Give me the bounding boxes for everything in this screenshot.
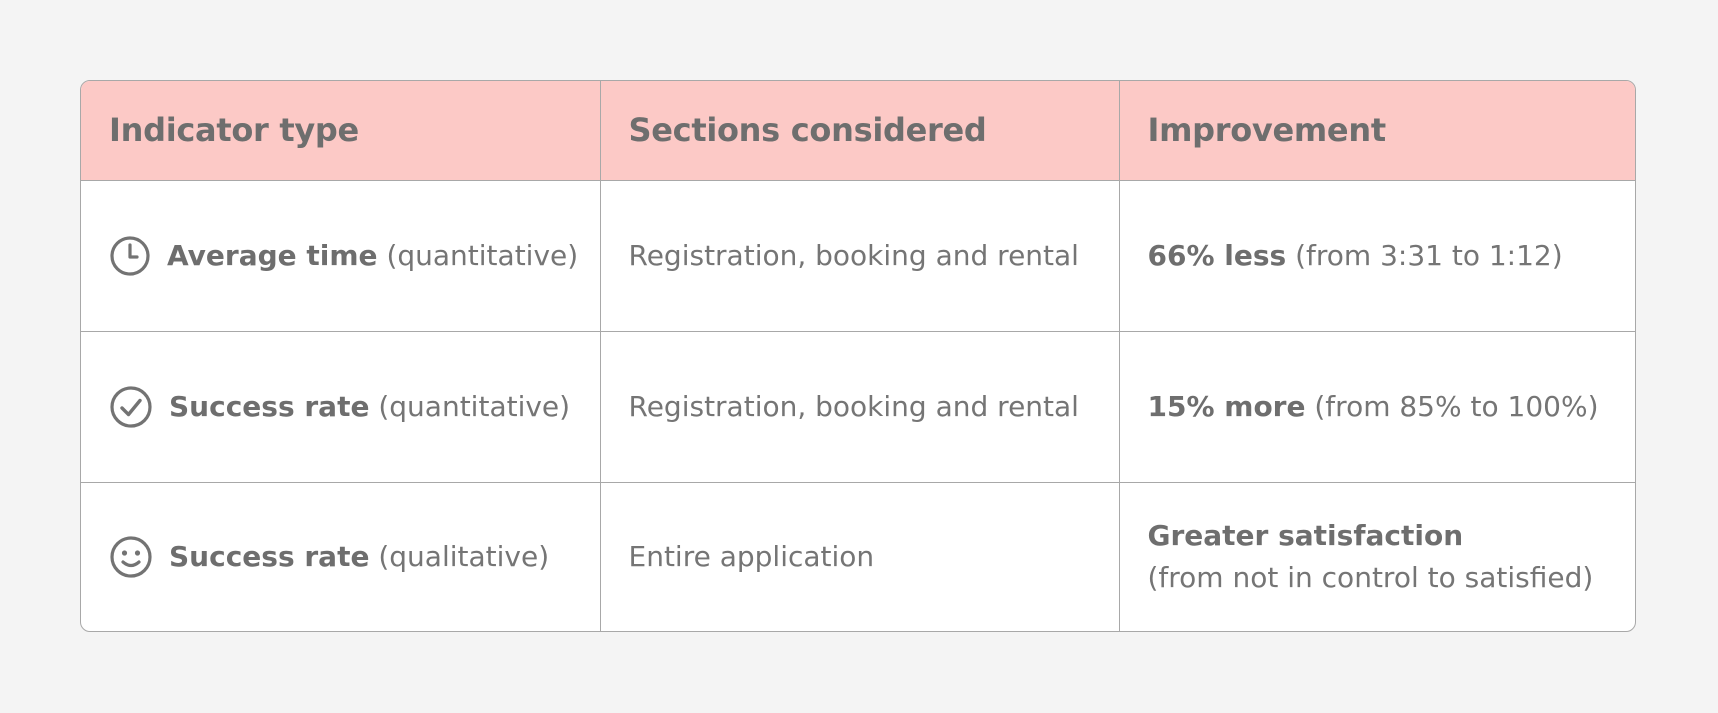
indicator-type: (quantitative) <box>377 238 579 272</box>
improvement-detail: (from 85% to 100%) <box>1305 389 1599 423</box>
improvement-cell: 66% less (from 3:31 to 1:12) <box>1119 180 1635 332</box>
indicator-name: Success rate <box>169 389 370 423</box>
header-indicator-type: Indicator type <box>81 81 601 181</box>
header-improvement: Improvement <box>1119 81 1635 181</box>
improvement-cell: Greater satisfaction (from not in contro… <box>1119 482 1635 631</box>
indicators-table-container: Indicator type Sections considered Impro… <box>80 80 1636 632</box>
indicator-name: Success rate <box>169 540 370 574</box>
table-row: Average time (quantitative) Registration… <box>81 180 1635 332</box>
sections-cell: Entire application <box>600 482 1120 631</box>
header-sections-considered: Sections considered <box>600 81 1120 181</box>
indicator-cell: Average time (quantitative) <box>81 180 601 332</box>
improvement-value: Greater satisfaction <box>1147 519 1464 553</box>
clock-icon <box>110 235 150 276</box>
improvement-value: 15% more <box>1147 389 1306 423</box>
indicator-type: (quantitative) <box>369 389 571 423</box>
indicator-cell: Success rate (qualitative) <box>81 482 601 631</box>
improvement-value: 66% less <box>1147 238 1287 272</box>
sections-cell: Registration, booking and rental <box>600 331 1120 483</box>
improvement-cell: 15% more (from 85% to 100%) <box>1119 331 1635 483</box>
improvement-detail: (from not in control to satisfied) <box>1147 561 1594 595</box>
improvement-detail: (from 3:31 to 1:12) <box>1286 238 1563 272</box>
sections-cell: Registration, booking and rental <box>600 180 1120 332</box>
table-header-row: Indicator type Sections considered Impro… <box>81 81 1635 181</box>
smiley-icon <box>110 536 152 578</box>
indicators-table: Indicator type Sections considered Impro… <box>81 81 1635 631</box>
indicator-cell: Success rate (quantitative) <box>81 331 601 483</box>
check-circle-icon <box>110 385 152 428</box>
indicator-type: (qualitative) <box>369 540 550 574</box>
table-row: Success rate (qualitative) Entire applic… <box>81 482 1635 631</box>
table-row: Success rate (quantitative) Registration… <box>81 331 1635 483</box>
indicator-name: Average time <box>167 238 378 272</box>
